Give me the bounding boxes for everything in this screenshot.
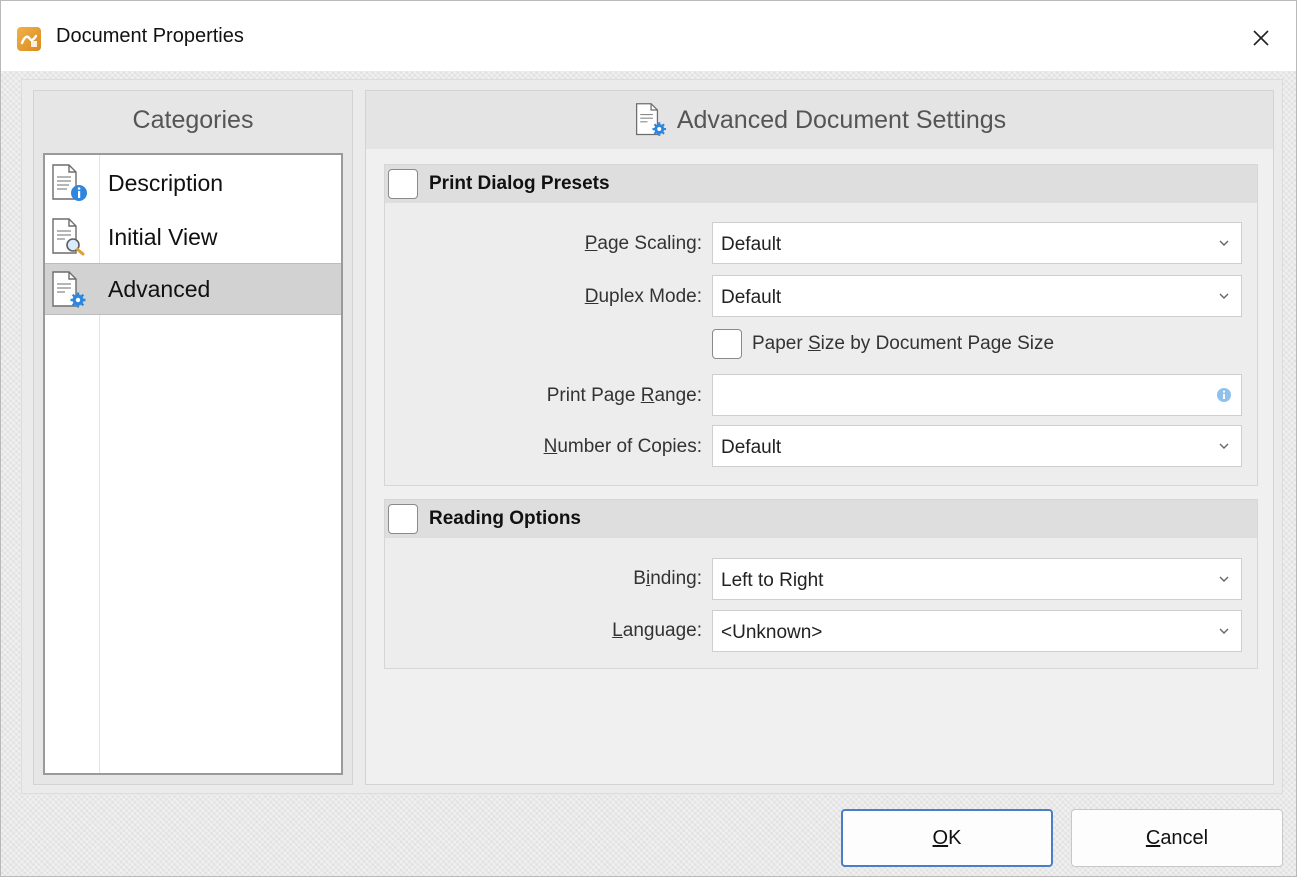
categories-header: Categories: [132, 105, 254, 134]
categories-list: Description Initial View Advanced: [43, 153, 343, 775]
reading-options-checkbox[interactable]: [388, 504, 418, 534]
advanced-settings-panel: Advanced Document Settings Print Dialog …: [365, 90, 1274, 785]
page-scaling-label: Page Scaling:: [584, 233, 702, 254]
category-item-advanced[interactable]: Advanced: [45, 263, 341, 315]
close-icon: [1253, 30, 1269, 46]
category-label: Initial View: [108, 223, 218, 250]
binding-select[interactable]: Left to Right: [712, 558, 1242, 600]
duplex-mode-label: Duplex Mode:: [584, 286, 702, 307]
paper-size-by-page-size-label: Paper Size by Document Page Size: [752, 333, 1055, 354]
reading-options-title: Reading Options: [429, 508, 581, 529]
chevron-down-icon: [1219, 293, 1229, 299]
ok-button[interactable]: OK: [841, 809, 1053, 867]
document-gear-icon: [52, 271, 86, 308]
print-dialog-presets-title: Print Dialog Presets: [429, 173, 610, 194]
window-title: Document Properties: [56, 25, 244, 47]
print-dialog-presets-header: Print Dialog Presets: [385, 165, 1257, 203]
document-info-icon: [52, 164, 87, 201]
reading-options-group: Reading Options Binding: Left to Right L…: [384, 499, 1258, 669]
number-of-copies-select[interactable]: Default: [712, 425, 1242, 467]
paper-size-by-page-size-checkbox[interactable]: [712, 329, 742, 359]
binding-label: Binding:: [633, 568, 702, 589]
chevron-down-icon: [1219, 443, 1229, 449]
dialog-body: Categories Description Initial View Adva…: [1, 71, 1296, 876]
document-gear-icon: [635, 103, 666, 136]
duplex-mode-select[interactable]: Default: [712, 275, 1242, 317]
print-dialog-presets-checkbox[interactable]: [388, 169, 418, 199]
document-properties-dialog: Document Properties Categories Descripti…: [0, 0, 1297, 877]
info-icon: [1217, 388, 1231, 402]
category-label: Advanced: [108, 275, 211, 302]
paper-size-by-page-size-option[interactable]: Paper Size by Document Page Size: [712, 329, 1054, 359]
reading-options-header: Reading Options: [385, 500, 1257, 538]
number-of-copies-label: Number of Copies:: [543, 436, 702, 457]
chevron-down-icon: [1219, 628, 1229, 634]
language-select[interactable]: <Unknown>: [712, 610, 1242, 652]
advanced-settings-header: Advanced Document Settings: [366, 91, 1273, 149]
chevron-down-icon: [1219, 576, 1229, 582]
page-scaling-select[interactable]: Default: [712, 222, 1242, 264]
chevron-down-icon: [1219, 240, 1229, 246]
print-dialog-presets-group: Print Dialog Presets Page Scaling: Defau…: [384, 164, 1258, 486]
cancel-button[interactable]: Cancel: [1071, 809, 1283, 867]
category-item-description[interactable]: Description: [45, 157, 341, 209]
document-search-icon: [52, 218, 85, 256]
close-button[interactable]: [1241, 19, 1281, 57]
categories-panel: Categories Description Initial View Adva…: [33, 90, 353, 785]
app-logo-icon: [17, 27, 41, 51]
title-bar: Document Properties: [1, 1, 1296, 71]
print-page-range-input[interactable]: [712, 374, 1242, 416]
category-item-initial-view[interactable]: Initial View: [45, 211, 341, 263]
advanced-settings-title: Advanced Document Settings: [676, 105, 1007, 134]
print-page-range-label: Print Page Range:: [546, 385, 702, 406]
category-label: Description: [108, 169, 224, 196]
content-panel: Categories Description Initial View Adva…: [21, 79, 1283, 794]
language-label: Language:: [612, 620, 702, 641]
